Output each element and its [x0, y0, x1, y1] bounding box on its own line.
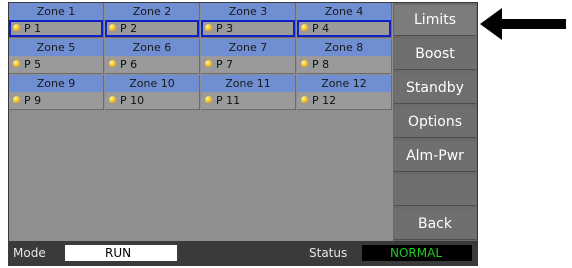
led-indicator-icon	[301, 24, 308, 31]
led-indicator-icon	[301, 96, 308, 103]
zone-program-area: P 1	[9, 20, 103, 37]
led-indicator-icon	[205, 96, 212, 103]
zone-name: Zone 4	[297, 3, 391, 20]
zone-program-area: P 2	[105, 20, 199, 37]
alm-pwr-button[interactable]: Alm-Pwr	[394, 141, 476, 172]
zone-name: Zone 10	[105, 75, 199, 92]
zone-program: P 2	[120, 22, 138, 35]
back-button[interactable]: Back	[394, 209, 476, 240]
zone-program-area: P 3	[201, 20, 295, 37]
zone-cell-11[interactable]: Zone 11 P 11	[201, 75, 296, 110]
status-label: Status	[309, 246, 348, 260]
zone-program: P 11	[216, 94, 241, 107]
zone-name: Zone 7	[201, 39, 295, 56]
zone-program-area: P 8	[297, 56, 391, 73]
zone-grid: Zone 1 P 1 Zone 2 P 2 Zone 3 P 3 Zone 4	[9, 3, 393, 110]
zone-program-area: P 10	[105, 92, 199, 109]
zone-name: Zone 5	[9, 39, 103, 56]
mode-value: RUN	[65, 245, 177, 261]
status-bar: Mode RUN Status NORMAL	[9, 241, 477, 265]
zone-name: Zone 9	[9, 75, 103, 92]
zone-cell-4[interactable]: Zone 4 P 4	[297, 3, 392, 38]
zone-program-area: P 9	[9, 92, 103, 109]
zone-name: Zone 2	[105, 3, 199, 20]
options-button[interactable]: Options	[394, 107, 476, 138]
zone-cell-1[interactable]: Zone 1 P 1	[9, 3, 104, 38]
zone-program: P 10	[120, 94, 145, 107]
standby-button[interactable]: Standby	[394, 73, 476, 104]
zone-program-area: P 11	[201, 92, 295, 109]
zone-name: Zone 1	[9, 3, 103, 20]
led-indicator-icon	[205, 24, 212, 31]
zone-program-area: P 12	[297, 92, 391, 109]
zone-cell-12[interactable]: Zone 12 P 12	[297, 75, 392, 110]
arrow-left-icon	[480, 8, 566, 40]
zone-program: P 12	[312, 94, 337, 107]
led-indicator-icon	[109, 24, 116, 31]
zone-program: P 3	[216, 22, 234, 35]
boost-button[interactable]: Boost	[394, 39, 476, 70]
led-indicator-icon	[301, 60, 308, 67]
zone-name: Zone 12	[297, 75, 391, 92]
led-indicator-icon	[13, 24, 20, 31]
led-indicator-icon	[205, 60, 212, 67]
zone-cell-10[interactable]: Zone 10 P 10	[105, 75, 200, 110]
zone-cell-7[interactable]: Zone 7 P 7	[201, 39, 296, 74]
side-menu: Limits Boost Standby Options Alm-Pwr Bac…	[393, 3, 477, 241]
zone-program: P 9	[24, 94, 42, 107]
zone-name: Zone 8	[297, 39, 391, 56]
led-indicator-icon	[109, 60, 116, 67]
zone-program-area: P 4	[297, 20, 391, 37]
zone-name: Zone 3	[201, 3, 295, 20]
zone-program-area: P 5	[9, 56, 103, 73]
zone-cell-5[interactable]: Zone 5 P 5	[9, 39, 104, 74]
blank-button[interactable]	[394, 175, 476, 206]
zone-program: P 5	[24, 58, 42, 71]
zone-cell-3[interactable]: Zone 3 P 3	[201, 3, 296, 38]
status-value: NORMAL	[362, 245, 472, 261]
zone-program: P 1	[24, 22, 42, 35]
limits-button[interactable]: Limits	[394, 5, 476, 36]
zone-program-area: P 7	[201, 56, 295, 73]
zone-name: Zone 11	[201, 75, 295, 92]
zone-cell-8[interactable]: Zone 8 P 8	[297, 39, 392, 74]
zone-program: P 4	[312, 22, 330, 35]
zone-program: P 6	[120, 58, 138, 71]
zone-program: P 7	[216, 58, 234, 71]
zone-program: P 8	[312, 58, 330, 71]
zone-program-area: P 6	[105, 56, 199, 73]
zone-cell-2[interactable]: Zone 2 P 2	[105, 3, 200, 38]
zone-cell-9[interactable]: Zone 9 P 9	[9, 75, 104, 110]
led-indicator-icon	[13, 96, 20, 103]
controller-screen: Zone 1 P 1 Zone 2 P 2 Zone 3 P 3 Zone 4	[8, 2, 478, 266]
mode-label: Mode	[13, 246, 46, 260]
led-indicator-icon	[13, 60, 20, 67]
zone-name: Zone 6	[105, 39, 199, 56]
led-indicator-icon	[109, 96, 116, 103]
zone-cell-6[interactable]: Zone 6 P 6	[105, 39, 200, 74]
